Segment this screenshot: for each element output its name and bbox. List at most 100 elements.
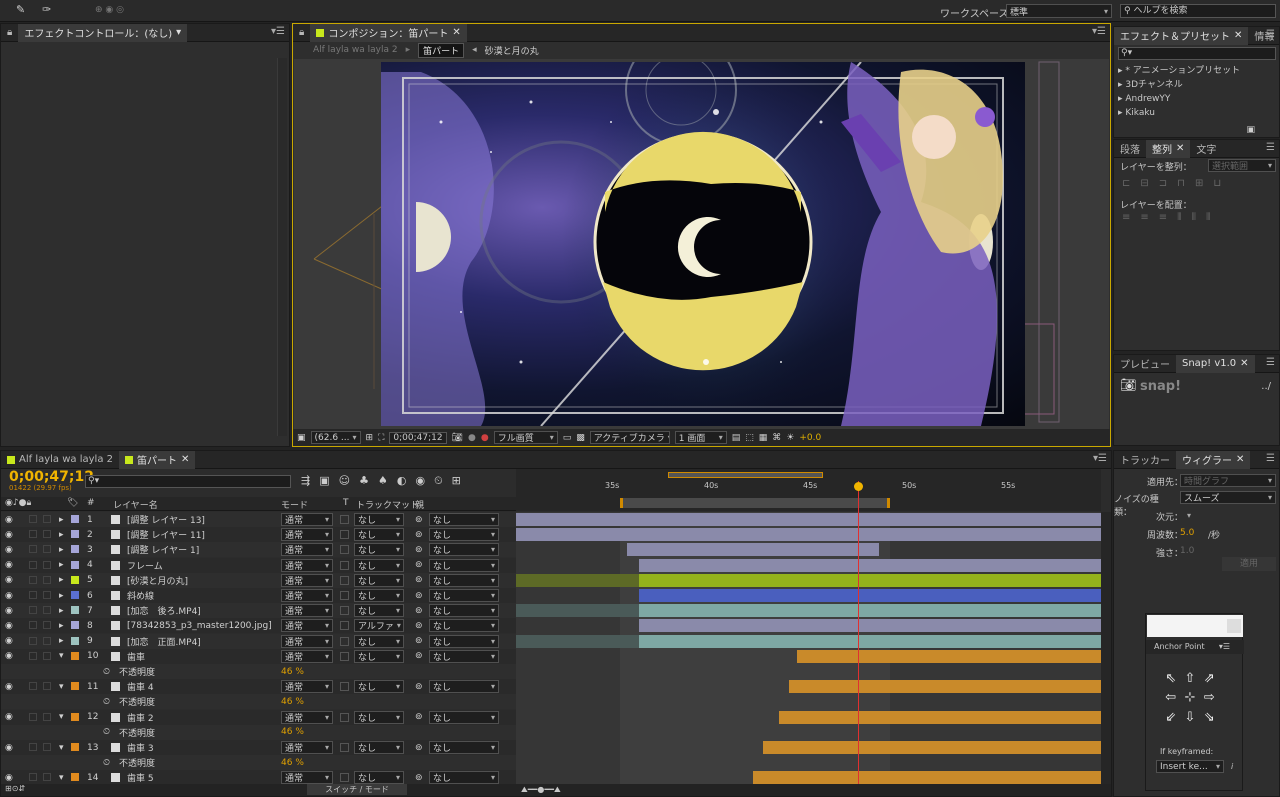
layer-row[interactable]: ◉ ▸ 5 [砂漠と月の丸] 通常 なし ⊚ なし [1, 572, 516, 588]
label-color-swatch[interactable] [71, 606, 79, 615]
layer-name[interactable]: [78342853_p3_master1200.jpg] [127, 621, 272, 631]
layer-row[interactable]: ◉ ▾ 13 歯車 3 通常 なし ⊚ なし [1, 740, 516, 755]
layer-row[interactable]: ◉ ▾ 10 歯車 通常 なし ⊚ なし [1, 648, 516, 664]
anchor-bottom-left-icon[interactable]: ⇙ [1161, 708, 1180, 727]
preserve-transparency-box[interactable] [340, 591, 349, 600]
pickwhip-icon[interactable]: ⊚ [415, 636, 423, 646]
eye-icon[interactable]: ◉ [5, 651, 13, 661]
expand-arrow-icon[interactable]: ▸ [59, 591, 64, 601]
layer-row[interactable]: ◉ ▾ 14 歯車 5 通常 なし ⊚ なし [1, 770, 516, 784]
pickwhip-icon[interactable]: ⊚ [415, 575, 423, 585]
layer-row[interactable]: ◉ ▾ 11 歯車 4 通常 なし ⊚ なし [1, 679, 516, 695]
tab-wiggler[interactable]: ウィグラー ✕ [1176, 450, 1251, 469]
pickwhip-icon[interactable]: ⊚ [415, 651, 423, 661]
axis-mode-icons[interactable]: ⊕ ◉ ◎ [95, 5, 124, 15]
expand-arrow-icon[interactable]: ▸ [59, 606, 64, 616]
solo-box[interactable] [29, 560, 37, 569]
mode-select[interactable]: 通常 [281, 634, 333, 648]
layer-name[interactable]: [調整 レイヤー 1] [127, 543, 199, 556]
frequency-value[interactable]: 5.0 [1180, 528, 1194, 538]
label-color-swatch[interactable] [71, 621, 79, 630]
solo-box[interactable] [29, 530, 37, 539]
tab-preview[interactable]: プレビュー [1114, 355, 1176, 373]
always-preview-icon[interactable]: ▣ [297, 433, 306, 443]
tab-anchor-point[interactable]: Anchor Point [1154, 642, 1205, 651]
preserve-transparency-box[interactable] [340, 682, 349, 692]
comp-timecode[interactable]: 0;00;47;12 [389, 431, 447, 444]
label-color-swatch[interactable] [71, 773, 79, 782]
pickwhip-icon[interactable]: ⊚ [415, 606, 423, 616]
auto-keyframe-icon[interactable]: ◉ [415, 474, 434, 487]
stopwatch-icon[interactable]: ⏲ [434, 474, 452, 487]
layer-row[interactable]: ◉ ▾ 12 歯車 2 通常 なし ⊚ なし [1, 709, 516, 725]
lock-box[interactable] [43, 560, 51, 569]
anchor-left-icon[interactable]: ⇦ [1161, 688, 1180, 707]
layer-bar[interactable] [788, 680, 1101, 694]
label-color-swatch[interactable] [71, 636, 79, 645]
panel-menu-icon[interactable]: ☰ [1266, 142, 1275, 153]
layer-name[interactable]: 斜め線 [127, 589, 154, 602]
mode-select[interactable]: 通常 [281, 741, 333, 754]
eye-icon[interactable]: ◉ [5, 606, 13, 616]
comp-viewer[interactable] [294, 59, 1109, 429]
layer-bar[interactable] [638, 573, 1101, 587]
expand-arrow-icon[interactable]: ▸ [59, 636, 64, 646]
mode-select[interactable]: 通常 [281, 680, 333, 694]
pickwhip-icon[interactable]: ⊚ [415, 712, 423, 722]
layer-name[interactable]: 歯車 [127, 650, 145, 663]
distribute-left-icon[interactable]: ⦀ [1177, 212, 1191, 223]
layer-name[interactable]: [調整 レイヤー 11] [127, 528, 205, 541]
distribute-vcenter-icon[interactable]: ≡ [1140, 212, 1158, 223]
solo-box[interactable] [29, 712, 37, 721]
label-color-swatch[interactable] [71, 575, 79, 584]
layer-row[interactable]: ◉ ▸ 3 [調整 レイヤー 1] 通常 なし ⊚ なし [1, 542, 516, 558]
anchor-right-icon[interactable]: ⇨ [1200, 688, 1219, 707]
color-channel-icon[interactable]: ● [481, 433, 489, 443]
align-vcenter-icon[interactable]: ⊞ [1195, 178, 1213, 189]
solo-box[interactable] [29, 545, 37, 554]
track-matte-select[interactable]: なし [354, 543, 404, 557]
motion-blur-icon[interactable]: ♠ [378, 474, 397, 487]
dimension-select[interactable] [1180, 509, 1276, 522]
timeline-scrollbar[interactable] [1101, 512, 1111, 784]
parent-select[interactable]: なし [429, 771, 499, 784]
expand-arrow-icon[interactable]: ▾ [59, 712, 64, 722]
preserve-transparency-box[interactable] [340, 545, 349, 555]
time-ruler[interactable]: 35s 40s 45s 50s 55s [516, 469, 1101, 511]
zoom-slider[interactable]: ⛰━━●━━⛰ [521, 785, 561, 795]
views-select[interactable]: 1 画面 [674, 431, 727, 444]
mode-select[interactable]: 通常 [281, 710, 333, 724]
info-icon[interactable]: i [1231, 762, 1233, 771]
footer-icons[interactable]: ⊞⊙⇵ [5, 784, 25, 793]
parent-select[interactable]: なし [429, 680, 499, 694]
flowchart-icon[interactable]: ⌘ [772, 433, 781, 443]
solo-box[interactable] [29, 575, 37, 584]
expand-arrow-icon[interactable]: ▸ [59, 621, 64, 631]
comp-mini-flowchart-icon[interactable]: ⇶ [301, 474, 319, 487]
layer-bar[interactable] [796, 649, 1101, 663]
apply-button[interactable]: 適用 [1222, 557, 1276, 571]
distribute-bottom-icon[interactable]: ≡ [1159, 212, 1177, 223]
preserve-transparency-box[interactable] [340, 651, 349, 661]
panel-lock-icon[interactable]: 🔒︎ [1, 24, 18, 42]
tab-paragraph[interactable]: 段落 [1114, 140, 1146, 158]
eye-icon[interactable]: ◉ [5, 560, 13, 570]
expand-arrow-icon[interactable]: ▸ [59, 575, 64, 585]
mode-select[interactable]: 通常 [281, 558, 333, 572]
expand-arrow-icon[interactable]: ▾ [59, 773, 64, 783]
property-row[interactable]: ⏲ 不透明度 46 % [1, 724, 516, 740]
parent-select[interactable]: なし [429, 619, 499, 633]
pickwhip-icon[interactable]: ⊚ [415, 545, 423, 555]
preserve-transparency-box[interactable] [340, 743, 349, 752]
layer-name[interactable]: 歯車 4 [127, 680, 154, 693]
solo-box[interactable] [29, 606, 37, 615]
parent-select[interactable]: なし [429, 558, 499, 572]
layer-name[interactable]: [調整 レイヤー 13] [127, 513, 205, 526]
layer-bar[interactable] [516, 528, 1101, 542]
exposure-value[interactable]: +0.0 [799, 433, 821, 443]
eye-icon[interactable]: ◉ [5, 530, 13, 540]
stopwatch-icon[interactable]: ⏲ [103, 667, 110, 677]
preserve-transparency-box[interactable] [340, 575, 349, 585]
align-left-icon[interactable]: ⊏ [1122, 178, 1140, 189]
tab-timeline-alf[interactable]: Alf layla wa layla 2 [1, 451, 119, 469]
